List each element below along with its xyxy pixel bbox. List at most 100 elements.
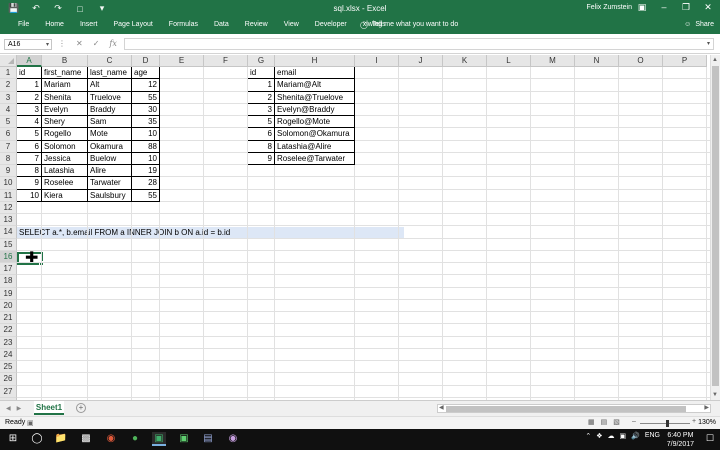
column-header-i[interactable]: I: [355, 55, 399, 67]
language-indicator[interactable]: ENG: [645, 432, 660, 440]
table-a-cell[interactable]: 55: [132, 189, 160, 202]
zoom-level[interactable]: 130%: [698, 419, 716, 426]
table-a-header-cell[interactable]: first_name: [42, 67, 88, 80]
prev-sheet-icon[interactable]: ◀: [6, 405, 11, 412]
column-header-p[interactable]: P: [663, 55, 707, 67]
row-header-27[interactable]: 27: [0, 385, 17, 398]
row-header-22[interactable]: 22: [0, 324, 17, 337]
table-b-cell[interactable]: 5: [248, 116, 275, 129]
column-header-b[interactable]: B: [42, 55, 88, 67]
row-header-23[interactable]: 23: [0, 336, 17, 349]
table-b-cell[interactable]: 1: [248, 79, 275, 92]
insert-function-icon[interactable]: fx: [109, 39, 116, 48]
scroll-up-icon[interactable]: ▲: [712, 57, 718, 63]
table-a-cell[interactable]: Kiera: [42, 189, 88, 202]
vertical-scrollbar[interactable]: ▲ ▼: [710, 55, 720, 400]
table-a-cell[interactable]: 6: [17, 140, 42, 153]
row-header-10[interactable]: 10: [0, 177, 17, 190]
column-header-n[interactable]: N: [575, 55, 619, 67]
user-name[interactable]: Felix Zumstein: [586, 4, 632, 11]
network-icon[interactable]: ▣: [619, 432, 626, 440]
table-a-cell[interactable]: 9: [17, 177, 42, 190]
ribbon-tab-page-layout[interactable]: Page Layout: [105, 21, 160, 28]
table-a-cell[interactable]: 10: [17, 189, 42, 202]
table-b-cell[interactable]: Roselee@Tarwater: [275, 152, 355, 165]
table-a-cell[interactable]: Mariam: [42, 79, 88, 92]
ribbon-tab-review[interactable]: Review: [237, 21, 276, 28]
row-header-17[interactable]: 17: [0, 263, 17, 276]
notification-icon[interactable]: ☐: [706, 433, 714, 444]
table-a-cell[interactable]: Evelyn: [42, 103, 88, 116]
column-header-d[interactable]: D: [132, 55, 160, 67]
cortana-search-icon[interactable]: ◯: [30, 432, 44, 446]
row-header-25[interactable]: 25: [0, 361, 17, 374]
notepad-icon[interactable]: ▤: [201, 432, 215, 446]
table-a-cell[interactable]: Braddy: [88, 103, 132, 116]
table-b-cell[interactable]: 8: [248, 140, 275, 153]
table-a-cell[interactable]: Rogello: [42, 128, 88, 141]
table-a-cell[interactable]: 28: [132, 177, 160, 190]
table-a-cell[interactable]: Sam: [88, 116, 132, 129]
zoom-in-icon[interactable]: +: [692, 418, 696, 425]
row-header-8[interactable]: 8: [0, 152, 17, 165]
page-layout-view-icon[interactable]: ▤: [601, 418, 608, 426]
table-b-cell[interactable]: 9: [248, 152, 275, 165]
row-header-6[interactable]: 6: [0, 128, 17, 141]
column-header-h[interactable]: H: [275, 55, 355, 67]
github-icon[interactable]: ◉: [226, 432, 240, 446]
cancel-icon[interactable]: ✕: [76, 39, 83, 48]
column-header-k[interactable]: K: [443, 55, 487, 67]
row-header-24[interactable]: 24: [0, 348, 17, 361]
table-a-cell[interactable]: 5: [17, 128, 42, 141]
select-all-button[interactable]: [0, 55, 17, 67]
row-header-11[interactable]: 11: [0, 189, 17, 202]
table-b-header-cell[interactable]: id: [248, 67, 275, 80]
row-header-20[interactable]: 20: [0, 299, 17, 312]
column-header-l[interactable]: L: [487, 55, 531, 67]
row-header-4[interactable]: 4: [0, 103, 17, 116]
next-sheet-icon[interactable]: ▶: [17, 405, 22, 412]
table-a-header-cell[interactable]: id: [17, 67, 42, 80]
table-a-cell[interactable]: Shenita: [42, 91, 88, 104]
normal-view-icon[interactable]: ▦: [588, 418, 595, 426]
column-header-a[interactable]: A: [17, 55, 42, 67]
table-a-cell[interactable]: Tarwater: [88, 177, 132, 190]
dropbox-icon[interactable]: ❖: [596, 432, 602, 440]
macro-record-icon[interactable]: ▣: [27, 419, 34, 427]
table-a-cell[interactable]: Mote: [88, 128, 132, 141]
table-a-cell[interactable]: 55: [132, 91, 160, 104]
excel-taskbar-icon[interactable]: ▣: [152, 432, 166, 446]
formula-input[interactable]: ▾: [124, 38, 714, 50]
table-a-cell[interactable]: Okamura: [88, 140, 132, 153]
table-a-cell[interactable]: 12: [132, 79, 160, 92]
minimize-icon[interactable]: –: [658, 2, 670, 13]
row-header-7[interactable]: 7: [0, 140, 17, 153]
table-a-cell[interactable]: 1: [17, 79, 42, 92]
scroll-down-icon[interactable]: ▼: [712, 392, 718, 398]
app-green-icon[interactable]: ●: [128, 432, 142, 446]
row-header-19[interactable]: 19: [0, 287, 17, 300]
table-b-cell[interactable]: Shenita@Truelove: [275, 91, 355, 104]
zoom-slider[interactable]: [640, 423, 690, 424]
table-a-cell[interactable]: 88: [132, 140, 160, 153]
row-header-3[interactable]: 3: [0, 91, 17, 104]
table-b-header-cell[interactable]: email: [275, 67, 355, 80]
sheet-tab-sheet1[interactable]: Sheet1: [34, 401, 64, 415]
ribbon-tab-formulas[interactable]: Formulas: [161, 21, 206, 28]
terminal-icon[interactable]: ▩: [79, 432, 93, 446]
windows-start-icon[interactable]: ⊞: [6, 432, 20, 446]
table-a-cell[interactable]: 30: [132, 103, 160, 116]
file-explorer-icon[interactable]: 📁: [54, 432, 68, 446]
table-a-cell[interactable]: Shery: [42, 116, 88, 129]
table-a-cell[interactable]: Saulsbury: [88, 189, 132, 202]
taskbar-clock[interactable]: 6:40 PM 7/9/2017: [667, 431, 694, 449]
row-header-13[interactable]: 13: [0, 214, 17, 227]
column-header-o[interactable]: O: [619, 55, 663, 67]
ribbon-display-icon[interactable]: ▣: [636, 2, 648, 13]
table-a-cell[interactable]: 35: [132, 116, 160, 129]
ribbon-tab-view[interactable]: View: [276, 21, 307, 28]
table-a-cell[interactable]: 7: [17, 152, 42, 165]
onedrive-icon[interactable]: ☁: [607, 432, 614, 440]
table-a-cell[interactable]: 8: [17, 165, 42, 178]
row-header-26[interactable]: 26: [0, 373, 17, 386]
